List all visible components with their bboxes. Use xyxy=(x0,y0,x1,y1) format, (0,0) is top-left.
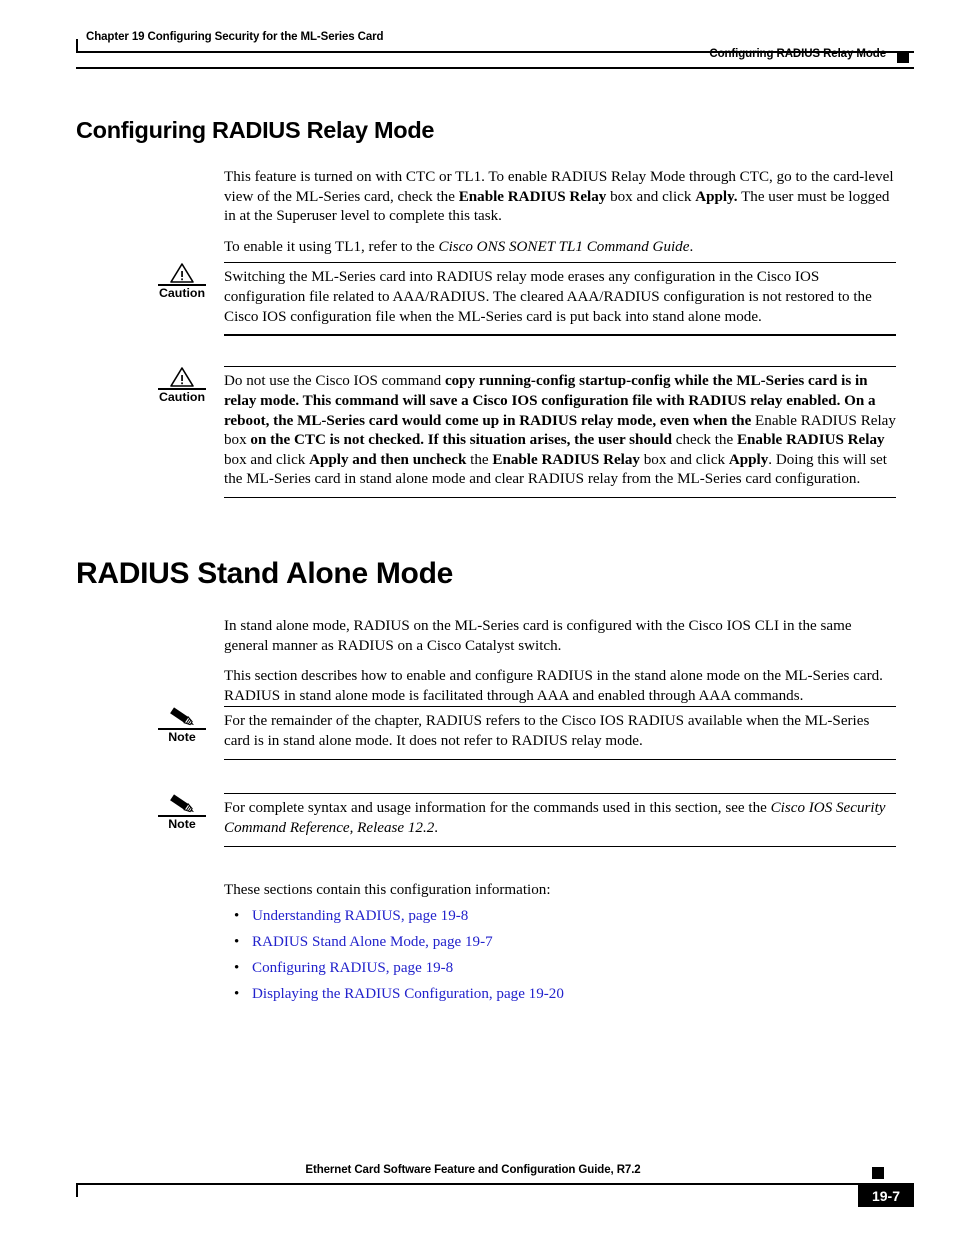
stand-alone-intro: In stand alone mode, RADIUS on the ML-Se… xyxy=(224,617,896,717)
note-1-icon-column: Note xyxy=(150,706,214,745)
header-chapter-title: Chapter 19 Configuring Security for the … xyxy=(86,31,384,43)
header-section-title: Configuring RADIUS Relay Mode xyxy=(709,48,886,60)
bullet-icon: • xyxy=(234,986,240,1002)
link-displaying-radius-configuration[interactable]: Displaying the RADIUS Configuration, pag… xyxy=(252,985,564,1005)
caution-1-content: Switching the ML-Series card into RADIUS… xyxy=(224,262,896,336)
note-1-rule-bottom xyxy=(224,758,896,760)
note-2-content: For complete syntax and usage informatio… xyxy=(224,793,896,847)
footer-rule xyxy=(76,1183,914,1185)
bullet-icon: • xyxy=(234,960,240,976)
caution-2-seg11: box and click xyxy=(639,451,729,468)
sections-intro-text: These sections contain this configuratio… xyxy=(224,882,551,898)
caution-2-icon-column: Caution xyxy=(150,366,214,405)
note-2-seg1: For complete syntax and usage informatio… xyxy=(224,800,771,817)
note-2-seg3: . xyxy=(434,819,439,836)
note-1-icon-underline xyxy=(158,728,206,730)
caution-2-seg1: Do not use the Cisco IOS command xyxy=(224,373,445,390)
caution-2-text-wrapper: Do not use the Cisco IOS command copy ru… xyxy=(224,367,896,497)
caution-1-rule-bottom xyxy=(224,334,896,336)
stand-alone-paragraph-1: In stand alone mode, RADIUS on the ML-Se… xyxy=(224,618,852,654)
link-understanding-radius[interactable]: Understanding RADIUS, page 19-8 xyxy=(252,907,468,927)
note-1-content: For the remainder of the chapter, RADIUS… xyxy=(224,706,896,760)
link-radius-stand-alone-mode[interactable]: RADIUS Stand Alone Mode, page 19-7 xyxy=(252,933,493,953)
relay-paragraph-2: To enable it using TL1, refer to the Cis… xyxy=(224,238,896,258)
caution-2-seg9: the xyxy=(466,451,493,468)
list-item[interactable]: • RADIUS Stand Alone Mode, page 19-7 xyxy=(224,933,896,959)
relay-p1-seg3: box and click xyxy=(606,188,696,205)
pencil-icon xyxy=(150,706,214,728)
note-2-icon-underline xyxy=(158,815,206,817)
caution-2-bold-enable-radius-relay-2: Enable RADIUS Relay xyxy=(492,451,640,468)
relay-p1-bold-apply: Apply. xyxy=(695,188,738,205)
page-title-relay-mode: Configuring RADIUS Relay Mode xyxy=(76,117,435,143)
note-2-icon-column: Note xyxy=(150,793,214,832)
caution-2-rule-bottom xyxy=(224,496,896,499)
list-item[interactable]: • Understanding RADIUS, page 19-8 xyxy=(224,907,896,933)
footer-square-marker xyxy=(872,1167,884,1179)
stand-alone-paragraph-2: This section describes how to enable and… xyxy=(224,668,883,704)
relay-p2-seg3: . xyxy=(689,238,694,255)
pencil-icon xyxy=(150,793,214,815)
relay-paragraph-1: This feature is turned on with CTC or TL… xyxy=(224,168,896,227)
page-footer: Ethernet Card Software Feature and Confi… xyxy=(76,1162,914,1222)
bullet-icon: • xyxy=(234,934,240,950)
warning-triangle-icon xyxy=(150,262,214,284)
footer-guide-title: Ethernet Card Software Feature and Confi… xyxy=(305,1164,641,1176)
caution-2-label: Caution xyxy=(158,390,206,404)
caution-2-text: Do not use the Cisco IOS command copy ru… xyxy=(224,372,896,490)
warning-triangle-icon xyxy=(150,366,214,388)
caution-2-seg7: box and click xyxy=(224,451,310,468)
list-item[interactable]: • Configuring RADIUS, page 19-8 xyxy=(224,959,896,985)
caution-2-bold-enable-radius-relay-1: Enable RADIUS Relay xyxy=(736,432,885,449)
caution-2-icon-underline xyxy=(158,388,206,390)
header-square-marker xyxy=(897,51,909,63)
note-1-text: For the remainder of the chapter, RADIUS… xyxy=(224,713,870,749)
footer-left-tick xyxy=(76,1183,79,1197)
document-page: Chapter 19 Configuring Security for the … xyxy=(0,0,954,1235)
bullet-icon: • xyxy=(234,908,240,924)
running-header-right: Configuring RADIUS Relay Mode xyxy=(76,48,914,72)
note-2-text: For complete syntax and usage informatio… xyxy=(224,799,896,838)
note-1-label: Note xyxy=(168,730,196,744)
caution-2-bold-ctc-not-checked: on the CTC is not checked. If this situa… xyxy=(250,432,672,449)
note-2-text-wrapper: For complete syntax and usage informatio… xyxy=(224,794,896,845)
note-2-rule-bottom xyxy=(224,845,896,847)
caution-1-text: Switching the ML-Series card into RADIUS… xyxy=(224,269,872,325)
caution-1-icon-underline xyxy=(158,284,206,286)
relay-mode-intro: This feature is turned on with CTC or TL… xyxy=(224,168,896,268)
relay-p2-italic-guide-title: Cisco ONS SONET TL1 Command Guide xyxy=(438,238,690,255)
link-configuring-radius[interactable]: Configuring RADIUS, page 19-8 xyxy=(252,959,453,979)
note-1-text-wrapper: For the remainder of the chapter, RADIUS… xyxy=(224,707,896,758)
note-2-label: Note xyxy=(168,817,196,831)
page-title-stand-alone-mode: RADIUS Stand Alone Mode xyxy=(76,557,453,590)
header-rule-bottom xyxy=(76,67,914,69)
relay-p1-bold-enable-radius-relay: Enable RADIUS Relay xyxy=(458,188,607,205)
caution-1-label: Caution xyxy=(158,286,206,300)
caution-1-icon-column: Caution xyxy=(150,262,214,301)
caution-2-bold-apply-uncheck: Apply and then uncheck xyxy=(309,451,467,468)
list-item[interactable]: • Displaying the RADIUS Configuration, p… xyxy=(224,985,896,1011)
relay-p2-seg1: To enable it using TL1, refer to the xyxy=(224,238,439,255)
page-number-badge: 19-7 xyxy=(858,1185,914,1207)
caution-2-content: Do not use the Cisco IOS command copy ru… xyxy=(224,366,896,499)
caution-2-seg5: check the xyxy=(671,432,737,449)
caution-1-text-wrapper: Switching the ML-Series card into RADIUS… xyxy=(224,263,896,334)
caution-2-bold-apply: Apply xyxy=(728,451,769,468)
configuration-link-list: • Understanding RADIUS, page 19-8 • RADI… xyxy=(224,907,896,1011)
